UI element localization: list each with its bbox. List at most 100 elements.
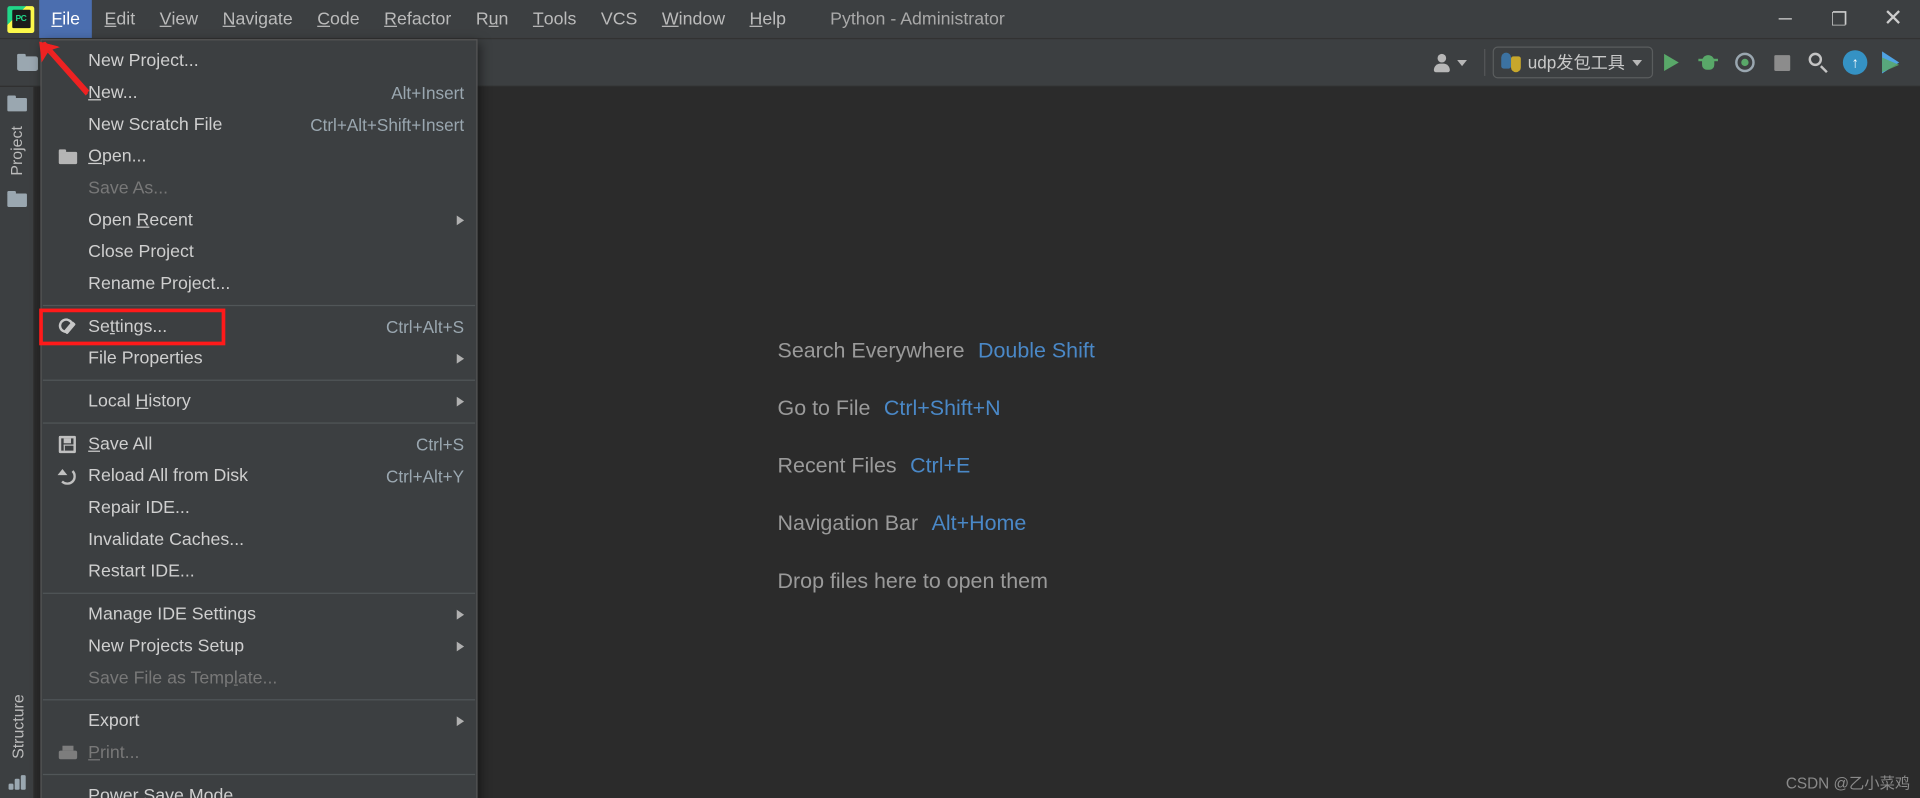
coverage-icon [1735,52,1755,73]
close-button[interactable]: ✕ [1866,0,1920,39]
menubar-item-tools[interactable]: Tools [521,0,589,38]
coverage-button[interactable] [1727,44,1764,81]
menu-item-reload-all-from-disk[interactable]: Reload All from Disk Ctrl+Alt+Y [42,460,477,492]
pycharm-logo-icon: PC [7,5,35,33]
menu-item-export[interactable]: Export [42,705,477,737]
hint-label: Drop files here to open them [777,568,1048,593]
profile-run-icon [1881,51,1903,74]
menu-item-label: File Properties [88,348,203,369]
rail-structure-icon-button[interactable] [0,767,34,798]
menubar-item-edit[interactable]: Edit [92,0,147,38]
toolbar-divider [1483,48,1485,76]
menubar-item-code[interactable]: Code [305,0,372,38]
run-button[interactable] [1653,44,1690,81]
menu-item-label: Repair IDE... [88,498,190,518]
menu-item-invalidate-caches[interactable]: Invalidate Caches... [42,524,477,556]
menu-item-file-properties[interactable]: File Properties [42,343,477,375]
menu-item-new[interactable]: New... Alt+Insert [42,77,477,109]
menu-item-shortcut: Ctrl+Alt+Shift+Insert [310,115,465,135]
rail-secondary-folder-button[interactable] [0,183,34,215]
pycharm-window: PC File Edit View Navigate Code Refactor… [0,0,1920,798]
menu-item-label: Manage IDE Settings [88,604,256,625]
update-project-button[interactable]: ↑ [1837,44,1874,81]
hint-row: Recent Files Ctrl+E [778,453,1095,479]
menu-item-shortcut: Ctrl+S [415,434,465,455]
menu-item-label: Print... [88,743,140,763]
profile-run-button[interactable] [1873,44,1910,81]
menu-item-label: Invalidate Caches... [88,530,245,550]
hint-row: Navigation Bar Alt+Home [778,511,1095,537]
stop-icon [1773,54,1790,71]
menu-item-power-save-mode[interactable]: Power Save Mode [42,780,477,798]
menu-item-local-history[interactable]: Local History [42,386,477,418]
menu-separator [42,773,476,776]
hint-shortcut: Double Shift [978,337,1095,363]
menubar-item-window[interactable]: Window [650,0,738,38]
menu-item-label: Export [88,711,140,732]
sidebar-item-structure[interactable]: Structure [8,687,26,766]
rail-project-icon-button[interactable] [0,87,34,119]
maximize-button[interactable]: ❐ [1812,0,1866,39]
debug-icon [1698,53,1718,73]
debug-button[interactable] [1690,44,1727,81]
menubar-item-view[interactable]: View [147,0,210,38]
menu-item-restart-ide[interactable]: Restart IDE... [42,556,477,588]
menu-item-shortcut: Ctrl+Alt+S [385,317,465,337]
menu-item-open[interactable]: Open... [42,141,477,173]
menubar-item-refactor[interactable]: Refactor [372,0,464,38]
menu-item-new-projects-setup[interactable]: New Projects Setup [42,631,477,663]
save-icon [58,429,81,461]
window-title: Python - Administrator [830,9,1005,29]
hint-shortcut: Ctrl+Shift+N [883,395,1001,421]
chevron-right-icon [456,396,465,407]
menu-item-save-file-as-template: Save File as Template... [42,662,477,694]
window-controls: ─ ❐ ✕ [1758,0,1920,38]
hint-shortcut: Alt+Home [931,510,1027,536]
menu-item-label: Power Save Mode [88,786,234,798]
watermark: CSDN @乙小菜鸡 [1785,775,1911,793]
menu-item-label: Open Recent [88,210,193,231]
menubar-item-navigate[interactable]: Navigate [210,0,305,38]
menu-item-save-as: Save As... [42,173,477,205]
menu-item-new-scratch-file[interactable]: New Scratch File Ctrl+Alt+Shift+Insert [42,109,477,141]
structure-icon [8,775,26,790]
chevron-right-icon [456,716,465,727]
menu-separator [42,304,476,307]
hint-shortcut: Ctrl+E [910,453,971,478]
menu-item-new-project[interactable]: New Project... [42,45,477,77]
menu-item-save-all[interactable]: Save All Ctrl+S [42,429,477,461]
menu-item-shortcut: Ctrl+Alt+Y [385,466,465,487]
menu-item-shortcut: Alt+Insert [391,83,465,103]
menu-separator [42,699,476,701]
menubar-item-help[interactable]: Help [737,0,798,38]
menu-item-label: Save All [88,434,153,455]
menu-item-repair-ide[interactable]: Repair IDE... [42,492,477,524]
menu-item-close-project[interactable]: Close Project [42,236,477,268]
account-button[interactable] [1422,53,1476,72]
print-icon [58,737,81,769]
menu-separator [42,379,476,381]
red-arrow-annotation [39,41,90,96]
menubar-item-run[interactable]: Run [464,0,521,38]
hint-row-drop-files: Drop files here to open them [778,568,1095,594]
menu-item-settings[interactable]: Settings... Ctrl+Alt+S [39,308,477,346]
menu-item-label: Reload All from Disk [88,466,249,487]
menubar-item-file[interactable]: File [39,0,93,38]
sidebar-item-project[interactable]: Project [7,119,25,183]
run-icon [1664,53,1679,72]
title-bar: PC File Edit View Navigate Code Refactor… [0,0,1920,40]
minimize-button[interactable]: ─ [1758,0,1812,39]
menu-item-open-recent[interactable]: Open Recent [42,204,477,236]
menu-item-rename-project[interactable]: Rename Project... [42,268,477,300]
hint-label: Recent Files [777,453,897,478]
menu-item-manage-ide-settings[interactable]: Manage IDE Settings [42,599,477,631]
run-configuration-selector[interactable]: udp发包工具 [1492,46,1654,79]
menu-item-label: New Project... [88,51,199,72]
stop-button[interactable] [1763,44,1800,81]
menubar-item-vcs[interactable]: VCS [589,0,650,38]
welcome-hints: Search Everywhere Double Shift Go to Fil… [778,338,1095,594]
search-everywhere-button[interactable] [1800,44,1837,81]
chevron-right-icon [456,641,465,652]
wrench-icon [59,311,81,343]
menu-item-label: Restart IDE... [88,562,195,582]
